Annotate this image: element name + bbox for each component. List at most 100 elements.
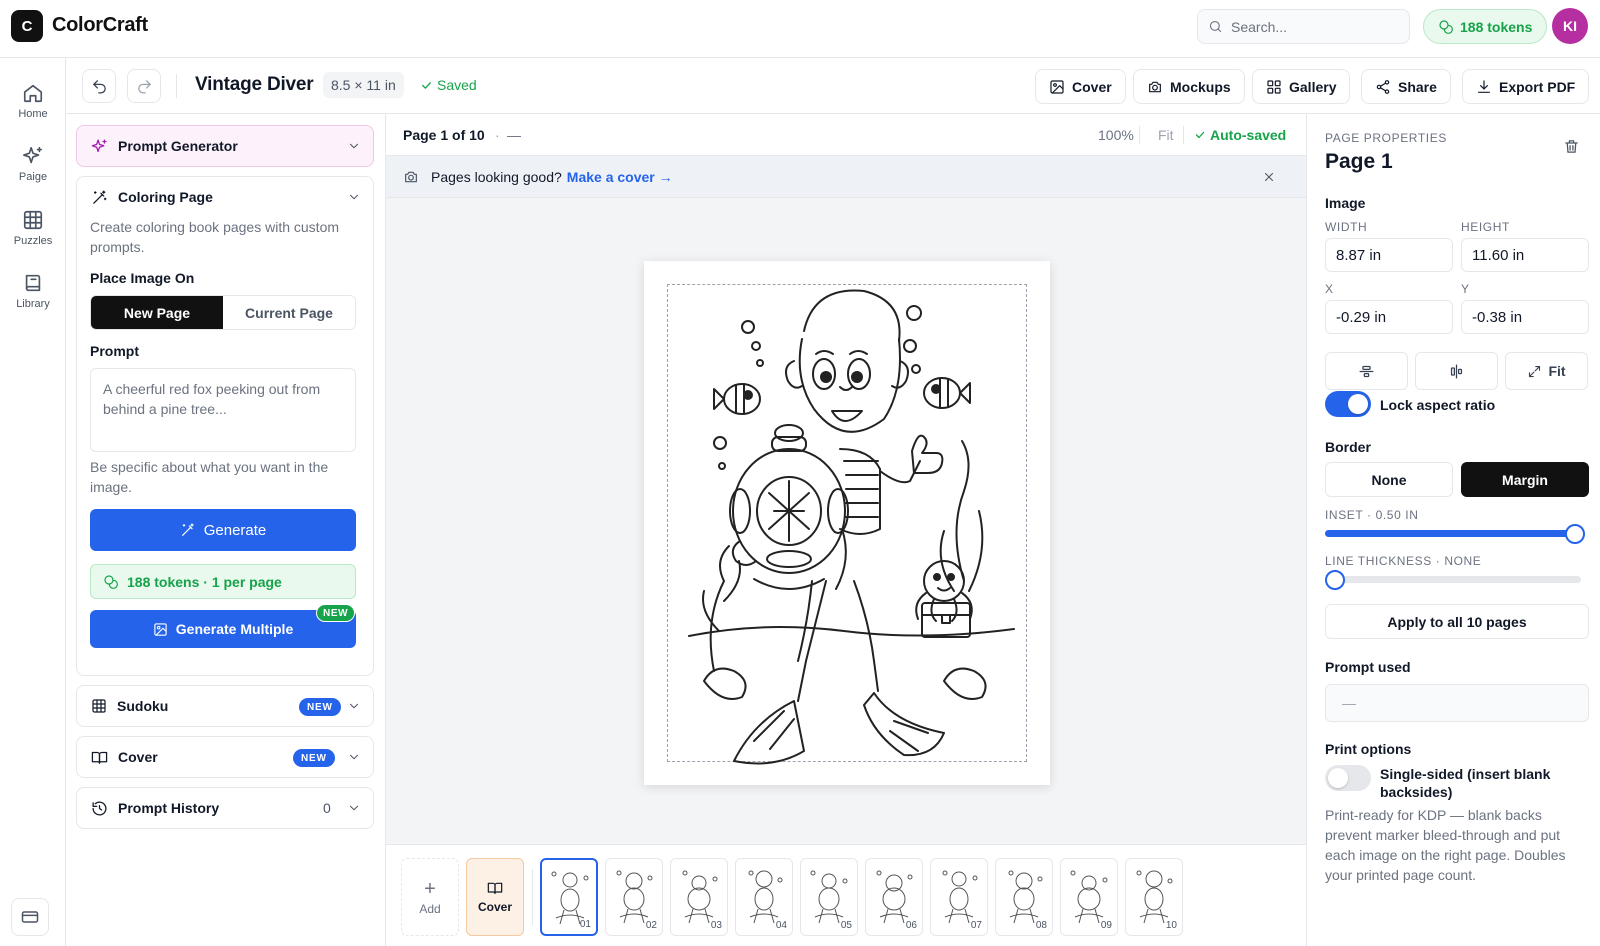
new-badge: NEW [316, 604, 356, 622]
lock-aspect-toggle[interactable] [1325, 391, 1371, 417]
align-horizontal-center-icon [1450, 363, 1463, 379]
nav-item-paige[interactable]: Paige [0, 145, 66, 201]
align-vertical-center-button[interactable] [1325, 352, 1408, 390]
nav-item-puzzles[interactable]: Puzzles [0, 209, 66, 265]
place-image-label: Place Image On [90, 270, 195, 286]
height-field[interactable]: 11.60 in [1461, 238, 1589, 272]
coloring-page-header[interactable]: Coloring Page [91, 177, 213, 217]
share-button[interactable]: Share [1361, 69, 1451, 104]
page-preview[interactable] [644, 261, 1050, 785]
cover-thumbnail-label: Cover [477, 900, 512, 914]
camera-icon [1149, 81, 1161, 92]
new-page-option[interactable]: New Page [91, 296, 223, 329]
cover-section[interactable]: Cover NEW [76, 736, 374, 778]
chevron-down-icon[interactable] [347, 750, 361, 764]
zoom-level[interactable]: 100% [1098, 127, 1134, 143]
document-title[interactable]: Vintage Diver [195, 74, 314, 96]
generate-button[interactable]: Generate [90, 509, 356, 551]
open-book-icon [487, 882, 503, 894]
nav-item-library[interactable]: Library [0, 272, 66, 328]
prompt-input[interactable] [90, 368, 356, 452]
align-horizontal-center-button[interactable] [1415, 352, 1498, 390]
page-thumbnail[interactable]: 10 [1125, 858, 1183, 936]
page-number: 03 [710, 920, 722, 931]
prompt-history-section[interactable]: Prompt History 0 [76, 787, 374, 829]
gallery-button[interactable]: Gallery [1252, 69, 1351, 104]
page-number: 10 [1165, 920, 1177, 931]
place-image-toggle[interactable]: New Page Current Page [90, 295, 356, 330]
chevron-down-icon[interactable] [347, 139, 361, 153]
sudoku-header[interactable]: Sudoku [91, 686, 168, 726]
prompt-generator-header[interactable]: Prompt Generator [91, 126, 238, 166]
page-thumbnail[interactable]: 09 [1060, 858, 1118, 936]
sudoku-title: Sudoku [117, 698, 169, 714]
single-sided-toggle[interactable] [1325, 765, 1371, 791]
chevron-down-icon[interactable] [347, 190, 361, 204]
x-field[interactable]: -0.29 in [1325, 300, 1453, 334]
y-field[interactable]: -0.38 in [1461, 300, 1589, 334]
inset-slider-handle[interactable] [1565, 524, 1585, 544]
cover-header[interactable]: Cover [91, 737, 158, 777]
close-icon[interactable] [1262, 170, 1276, 184]
chevron-down-icon[interactable] [347, 699, 361, 713]
mockups-button[interactable]: Mockups [1133, 69, 1245, 104]
cover-button[interactable]: Cover [1035, 69, 1126, 104]
generate-button-label: Generate [203, 521, 267, 539]
page-thumbnail[interactable]: 02 [605, 858, 663, 936]
prompt-generator-title: Prompt Generator [118, 138, 238, 154]
coins-icon [1439, 19, 1453, 34]
share-button-label: Share [1398, 78, 1437, 95]
make-cover-link[interactable]: Make a cover → [567, 169, 673, 185]
avatar[interactable]: KI [1552, 8, 1588, 44]
page-indicator: Page 1 of 10 [403, 127, 485, 143]
redo-button[interactable] [127, 69, 161, 103]
tokens-pill[interactable]: 188 tokens [1423, 9, 1548, 44]
mockups-button-label: Mockups [1170, 78, 1231, 95]
thickness-slider[interactable] [1325, 570, 1581, 590]
inset-slider[interactable] [1325, 524, 1585, 544]
sparkles-icon [23, 146, 43, 164]
export-pdf-button[interactable]: Export PDF [1462, 69, 1590, 104]
cover-thumbnail[interactable]: Cover [466, 858, 524, 936]
apply-all-button[interactable]: Apply to all 10 pages [1325, 604, 1589, 639]
width-field[interactable]: 8.87 in [1325, 238, 1453, 272]
fit-image-button[interactable]: Fit [1505, 352, 1588, 390]
inset-caption: INSET · 0.50 IN [1325, 508, 1419, 522]
search-input[interactable] [1231, 18, 1401, 35]
search-box[interactable] [1197, 9, 1410, 44]
sidebar-toggle-button[interactable] [11, 898, 49, 936]
cover-title: Cover [118, 749, 158, 765]
prompt-generator-section[interactable]: Prompt Generator [76, 125, 374, 167]
page-thumbnail[interactable]: 08 [995, 858, 1053, 936]
page-thumbnail[interactable]: 07 [930, 858, 988, 936]
chevron-down-icon[interactable] [347, 801, 361, 815]
document-size-badge: 8.5 × 11 in [323, 72, 404, 98]
add-page-button[interactable]: + Add [401, 858, 459, 936]
nav-item-home[interactable]: Home [0, 82, 66, 138]
page-thumbnail[interactable]: 04 [735, 858, 793, 936]
fit-image-label: Fit [1548, 363, 1566, 379]
save-status-label: Saved [437, 77, 477, 93]
border-margin-option[interactable]: Margin [1461, 462, 1589, 497]
page-thumbnail[interactable]: 03 [670, 858, 728, 936]
align-vertical-center-icon [1359, 365, 1374, 377]
diver-illustration[interactable] [644, 261, 1050, 785]
sudoku-section[interactable]: Sudoku NEW [76, 685, 374, 727]
border-none-option[interactable]: None [1325, 462, 1453, 497]
add-page-label: Add [419, 901, 441, 916]
undo-button[interactable] [82, 69, 116, 103]
trash-icon[interactable] [1563, 138, 1580, 155]
app-title[interactable]: ColorCraft [52, 14, 148, 37]
thickness-slider-handle[interactable] [1325, 570, 1345, 590]
current-page-option[interactable]: Current Page [223, 296, 355, 329]
download-icon [1478, 79, 1490, 93]
card-icon [21, 911, 39, 923]
page-thumbnail[interactable]: 01 [540, 858, 598, 936]
logo-icon[interactable]: C [11, 10, 43, 42]
page-thumbnail[interactable]: 06 [865, 858, 923, 936]
page-thumbnail[interactable]: 05 [800, 858, 858, 936]
prompt-label: Prompt [90, 343, 139, 359]
prompt-history-header[interactable]: Prompt History [91, 788, 219, 828]
page-thumbnail-strip: + Add Cover 01 02 03 04 05 06 07 08 09 10 [386, 844, 1306, 946]
fit-button[interactable]: Fit [1158, 127, 1174, 143]
